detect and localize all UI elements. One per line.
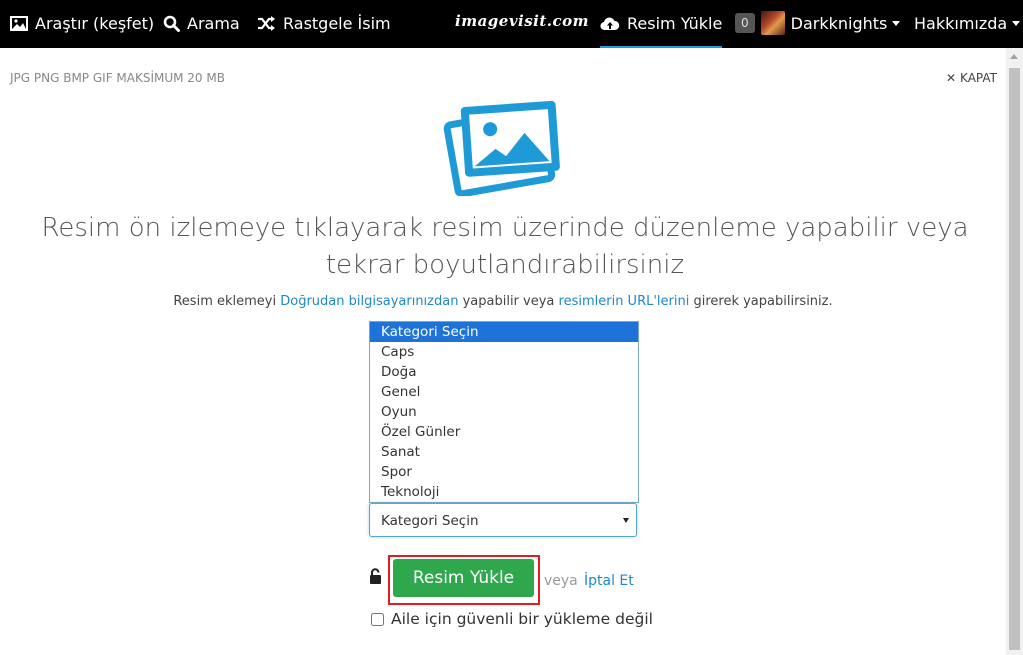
username: Darkknights <box>790 13 888 33</box>
chevron-down-icon <box>1012 20 1021 26</box>
category-option[interactable]: Sanat <box>370 442 638 462</box>
close-button[interactable]: ✕ KAPAT <box>946 71 997 85</box>
url-upload-link[interactable]: resimlerin URL'lerini <box>559 294 690 309</box>
category-option[interactable]: Teknoloji <box>370 482 638 502</box>
category-option[interactable]: Genel <box>370 382 638 402</box>
cancel-link[interactable]: İptal Et <box>584 573 634 589</box>
unlock-icon[interactable] <box>369 568 382 589</box>
hint-prefix: Resim eklemeyi <box>173 294 281 309</box>
category-option[interactable]: Kategori Seçin <box>370 322 638 342</box>
search-icon <box>163 15 180 32</box>
category-option[interactable]: Özel Günler <box>370 422 638 442</box>
nsfw-label[interactable]: Aile için güvenli bir yükleme değil <box>391 610 653 628</box>
chevron-down-icon <box>892 20 901 26</box>
close-label: KAPAT <box>960 71 997 85</box>
category-select[interactable]: Kategori Seçin <box>369 503 637 537</box>
dropdown-arrow-icon <box>623 518 629 523</box>
images-icon <box>443 96 563 200</box>
local-upload-link[interactable]: Doğrudan bilgisayarınızdan <box>280 294 458 309</box>
scroll-up-arrow-icon[interactable] <box>1010 54 1018 59</box>
nav-explore[interactable]: Araştır (keşfet) <box>10 0 154 46</box>
close-icon: ✕ <box>945 71 957 85</box>
nav-random-label: Rastgele İsim <box>283 13 391 33</box>
upload-button[interactable]: Resim Yükle <box>393 559 534 597</box>
category-option[interactable]: Spor <box>370 462 638 482</box>
shuffle-icon <box>257 15 276 31</box>
nav-upload-label: Resim Yükle <box>627 13 723 33</box>
scrollbar[interactable] <box>1006 48 1023 655</box>
nav-search[interactable]: Arama <box>163 0 240 46</box>
nsfw-checkbox[interactable] <box>371 612 384 626</box>
site-logo[interactable]: imagevisit.com <box>455 12 589 30</box>
category-option[interactable]: Doğa <box>370 362 638 382</box>
top-navbar: Araştır (keşfet) Arama Rastgele İsim ima… <box>0 0 1023 48</box>
upload-hint: Resim eklemeyi Doğrudan bilgisayarınızda… <box>0 294 1006 309</box>
nav-explore-label: Araştır (keşfet) <box>35 13 155 33</box>
nav-user-menu[interactable]: 0 Darkknights <box>735 0 901 46</box>
avatar <box>760 11 785 35</box>
nav-about-label: Hakkımızda <box>914 13 1008 33</box>
allowed-formats: JPG PNG BMP GIF MAKSİMUM 20 MB <box>10 71 225 85</box>
nav-search-label: Arama <box>187 13 240 33</box>
nsfw-option: Aile için güvenli bir yükleme değil <box>371 610 653 628</box>
notification-badge[interactable]: 0 <box>735 13 755 33</box>
category-selected-value: Kategori Seçin <box>381 513 479 529</box>
nav-random[interactable]: Rastgele İsim <box>257 0 391 46</box>
nav-upload[interactable]: Resim Yükle <box>600 0 723 48</box>
image-icon <box>10 15 28 31</box>
scrollbar-thumb[interactable] <box>1009 68 1020 650</box>
category-dropdown-list[interactable]: Kategori Seçin Caps Doğa Genel Oyun Özel Günl… <box>369 321 639 503</box>
nav-about[interactable]: Hakkımızda <box>914 0 1021 46</box>
or-text: veya <box>544 573 578 589</box>
category-option[interactable]: Caps <box>370 342 638 362</box>
hint-middle: yapabilir veya <box>458 294 559 309</box>
cloud-upload-icon <box>600 16 620 31</box>
category-option[interactable]: Oyun <box>370 402 638 422</box>
page-headline: Resim ön izlemeye tıklayarak resim üzeri… <box>41 213 969 280</box>
hint-suffix: girerek yapabilirsiniz. <box>689 294 833 309</box>
